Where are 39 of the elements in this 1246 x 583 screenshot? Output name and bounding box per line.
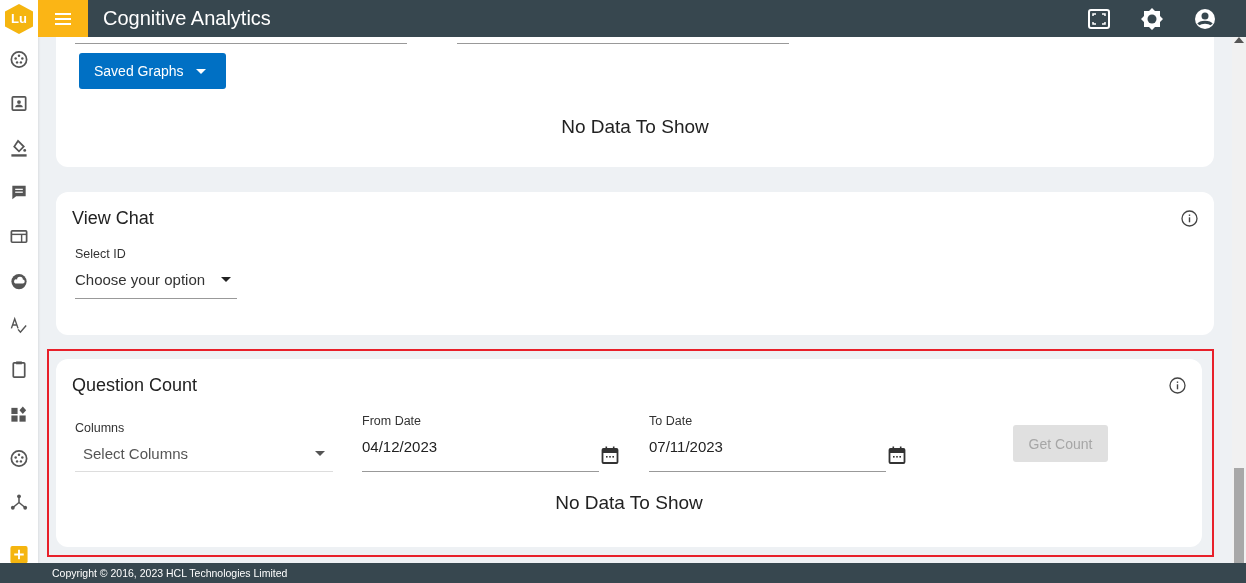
info-icon[interactable] xyxy=(1181,210,1198,227)
widgets-icon[interactable] xyxy=(9,404,29,424)
card-title: Question Count xyxy=(72,375,198,396)
empty-message: No Data To Show xyxy=(554,492,704,514)
field-label: Columns xyxy=(75,421,126,435)
saved-graphs-button[interactable]: Saved Graphs xyxy=(79,53,226,89)
to-date-field[interactable]: 07/11/2023 xyxy=(649,428,886,472)
scrollbar[interactable] xyxy=(1232,37,1246,563)
id-select[interactable]: Choose your option xyxy=(75,261,237,299)
dots-circle-icon[interactable] xyxy=(9,50,29,70)
menu-icon xyxy=(55,12,71,25)
account-icon[interactable] xyxy=(1194,7,1216,30)
paint-icon[interactable] xyxy=(9,138,29,158)
calendar-icon[interactable] xyxy=(888,446,906,464)
logo-icon xyxy=(4,2,34,35)
clipboard-icon[interactable] xyxy=(9,360,29,380)
field-label: From Date xyxy=(362,414,423,428)
footer-text: Copyright © 2016, 2023 HCL Technologies Limited xyxy=(0,563,1246,583)
contact-icon[interactable] xyxy=(9,94,29,114)
cloud-icon[interactable] xyxy=(9,271,29,291)
empty-message: No Data To Show xyxy=(560,116,710,138)
app-title: Cognitive Analytics xyxy=(103,7,271,30)
logo-text: Lu xyxy=(11,11,27,26)
caret-icon xyxy=(221,277,231,282)
columns-select[interactable]: Select Columns xyxy=(75,435,333,472)
card-title: View Chat xyxy=(72,208,154,229)
field-label: To Date xyxy=(649,414,694,428)
caret-icon xyxy=(195,68,206,74)
from-date-field[interactable]: 04/12/2023 xyxy=(362,428,599,472)
spell-icon[interactable] xyxy=(9,316,29,336)
calendar-icon[interactable] xyxy=(601,446,619,464)
tree-icon[interactable] xyxy=(9,493,29,513)
fullscreen-icon[interactable] xyxy=(1088,8,1110,29)
info-icon[interactable] xyxy=(1169,377,1186,394)
field-label: Select ID xyxy=(75,247,127,261)
scrollbar-thumb[interactable] xyxy=(1234,468,1244,563)
dots-circle-icon[interactable] xyxy=(9,449,29,469)
caret-icon xyxy=(315,450,325,456)
settings-icon[interactable] xyxy=(1141,7,1163,30)
